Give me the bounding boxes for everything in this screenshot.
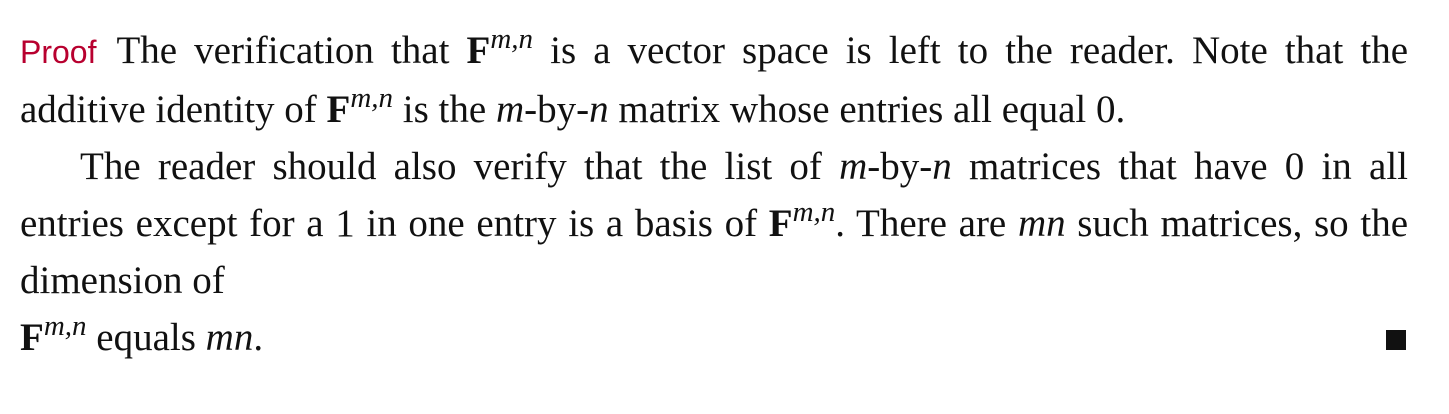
proof-last-line: Fm,n equals mn. bbox=[20, 309, 1408, 366]
proof-block: Proof The verification that Fm,n is a vec… bbox=[20, 22, 1408, 366]
var-mn: mn bbox=[1017, 202, 1066, 245]
proof-paragraph-2: The reader should also verify that the l… bbox=[20, 138, 1408, 309]
proof-paragraph-1: Proof The verification that Fm,n is a vec… bbox=[20, 22, 1408, 138]
text-span: matrix whose entries all equal 0. bbox=[618, 88, 1126, 131]
field-F: F bbox=[326, 88, 351, 131]
text-span: equals bbox=[96, 316, 196, 359]
last-line-text: Fm,n equals mn. bbox=[20, 309, 263, 366]
superscript-mn: m,n bbox=[350, 82, 394, 114]
text-span: . There are bbox=[835, 202, 1007, 245]
var-n: n bbox=[589, 88, 609, 131]
superscript-mn: m,n bbox=[792, 196, 836, 228]
text-span: is the bbox=[402, 88, 487, 131]
field-F: F bbox=[768, 202, 793, 245]
field-F: F bbox=[20, 316, 44, 359]
text-span: The reader should also verify that the l… bbox=[80, 145, 822, 188]
text-span: . bbox=[253, 316, 264, 359]
superscript-mn: m,n bbox=[490, 23, 534, 55]
var-m: m bbox=[495, 88, 525, 131]
var-n: n bbox=[932, 145, 952, 188]
text-span: The verification that bbox=[116, 29, 450, 72]
superscript-mn: m,n bbox=[43, 310, 87, 342]
text-span: -by- bbox=[524, 88, 590, 131]
var-m: m bbox=[839, 145, 868, 188]
proof-label: Proof bbox=[20, 34, 97, 70]
var-mn: mn bbox=[205, 316, 254, 359]
qed-square-icon bbox=[1386, 330, 1406, 350]
field-F: F bbox=[466, 29, 491, 72]
text-span: -by- bbox=[867, 145, 933, 188]
